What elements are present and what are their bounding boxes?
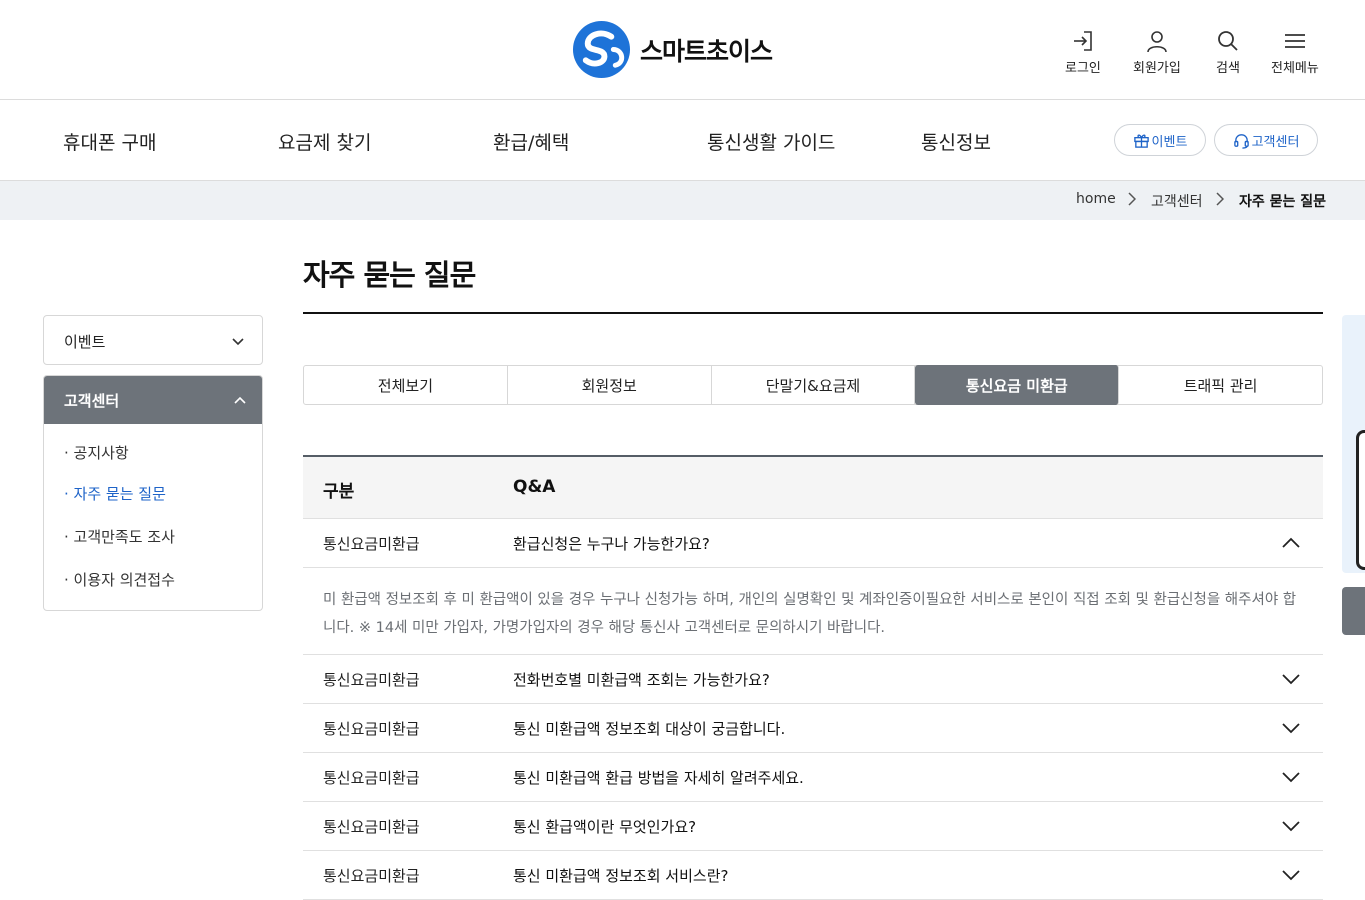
- chevron-down-icon: [1282, 821, 1300, 832]
- faq-item[interactable]: 통신요금미환급 전화번호별 미환급액 조회는 가능한가요?: [303, 655, 1323, 704]
- faq-question: 통신 미환급액 정보조회 서비스란?: [513, 867, 729, 885]
- chevron-down-icon: [1282, 772, 1300, 783]
- event-button-label: 이벤트: [1151, 134, 1188, 150]
- faq-question: 통신 미환급액 정보조회 대상이 궁금합니다.: [513, 720, 786, 738]
- login-icon: [1073, 31, 1092, 51]
- logo-icon: [572, 20, 631, 79]
- nav-life-guide[interactable]: 통신생활 가이드: [707, 128, 835, 155]
- all-menu-button[interactable]: 전체메뉴: [1271, 28, 1319, 76]
- login-button[interactable]: 로그인: [1065, 28, 1101, 76]
- sidebar-item-support[interactable]: 고객센터: [44, 376, 262, 424]
- sidebar-item-label: 고객센터: [64, 392, 120, 410]
- column-header-qa: Q&A: [513, 477, 556, 497]
- faq-category: 통신요금미환급: [323, 720, 420, 738]
- phone-illustration: [1356, 430, 1365, 570]
- search-button[interactable]: 검색: [1215, 28, 1241, 76]
- tab-traffic[interactable]: 트래픽 관리: [1119, 366, 1322, 404]
- tab-unrefunded-fee[interactable]: 통신요금 미환급: [915, 365, 1120, 405]
- customer-center-label: 고객센터: [1251, 134, 1300, 150]
- signup-button[interactable]: 회원가입: [1133, 28, 1181, 76]
- tab-member-info[interactable]: 회원정보: [508, 366, 712, 404]
- breadcrumb-home[interactable]: home: [1076, 191, 1116, 207]
- nav-phone-purchase[interactable]: 휴대폰 구매: [63, 128, 156, 155]
- headset-icon: [1233, 133, 1249, 149]
- sidebar-group-support: 고객센터 · 공지사항 · 자주 묻는 질문 · 고객만족도 조사 · 이용자 …: [43, 375, 263, 611]
- faq-answer: 미 환급액 정보조회 후 미 환급액이 있을 경우 누구나 신청가능 하며, 개…: [303, 568, 1323, 655]
- faq-category: 통신요금미환급: [323, 818, 420, 836]
- faq-item[interactable]: 통신요금미환급 통신 미환급액 정보조회 서비스란?: [303, 851, 1323, 900]
- brand-name: 스마트초이스: [640, 36, 773, 66]
- gift-icon: [1133, 134, 1149, 148]
- faq-table-header: 구분 Q&A: [303, 457, 1323, 519]
- title-divider: [303, 312, 1323, 314]
- chevron-down-icon: [232, 338, 244, 346]
- chevron-down-icon: [1282, 723, 1300, 734]
- faq-item[interactable]: 통신요금미환급 통신 미환급액 환급 방법을 자세히 알려주세요.: [303, 753, 1323, 802]
- tab-all[interactable]: 전체보기: [304, 366, 508, 404]
- faq-question: 통신 환급액이란 무엇인가요?: [513, 818, 697, 836]
- faq-category: 통신요금미환급: [323, 535, 420, 553]
- sidebar-sub-survey[interactable]: · 고객만족도 조사: [64, 526, 175, 547]
- faq-question: 통신 미환급액 환급 방법을 자세히 알려주세요.: [513, 769, 804, 787]
- chevron-right-icon: [1216, 192, 1224, 206]
- floating-banner[interactable]: [1342, 315, 1365, 573]
- sidebar-item-label: 이벤트: [64, 333, 106, 351]
- login-label: 로그인: [1065, 61, 1101, 76]
- nav-plan-finder[interactable]: 요금제 찾기: [278, 128, 371, 155]
- event-button[interactable]: 이벤트: [1114, 124, 1206, 156]
- column-header-category: 구분: [323, 482, 355, 502]
- user-icon: [1147, 31, 1167, 53]
- nav-telecom-info[interactable]: 통신정보: [921, 128, 991, 155]
- sidebar-sub-notice[interactable]: · 공지사항: [64, 442, 129, 463]
- menu-icon: [1284, 34, 1305, 48]
- breadcrumb-support[interactable]: 고객센터: [1151, 191, 1203, 211]
- breadcrumb-current: 자주 묻는 질문: [1239, 194, 1327, 210]
- chevron-down-icon: [1282, 870, 1300, 881]
- page-title: 자주 묻는 질문: [303, 258, 476, 292]
- chevron-right-icon: [1128, 192, 1136, 206]
- faq-question: 전화번호별 미환급액 조회는 가능한가요?: [513, 671, 770, 689]
- faq-item[interactable]: 통신요금미환급 통신 미환급액 정보조회 대상이 궁금합니다.: [303, 704, 1323, 753]
- faq-item[interactable]: 통신요금미환급 통신 환급액이란 무엇인가요?: [303, 802, 1323, 851]
- faq-question: 환급신청은 누구나 가능한가요?: [513, 535, 710, 553]
- faq-category: 통신요금미환급: [323, 769, 420, 787]
- faq-category: 통신요금미환급: [323, 867, 420, 885]
- signup-label: 회원가입: [1133, 61, 1181, 76]
- sidebar-item-event[interactable]: 이벤트: [43, 315, 263, 365]
- floating-button[interactable]: [1342, 587, 1365, 635]
- customer-center-button[interactable]: 고객센터: [1214, 124, 1318, 156]
- breadcrumb: home 고객센터 자주 묻는 질문: [0, 181, 1365, 220]
- chevron-up-icon: [234, 396, 246, 404]
- search-icon: [1218, 31, 1238, 51]
- faq-category-tabs: 전체보기 회원정보 단말기&요금제 통신요금 미환급 트래픽 관리: [303, 365, 1323, 405]
- all-menu-label: 전체메뉴: [1271, 61, 1319, 76]
- faq-category: 통신요금미환급: [323, 671, 420, 689]
- sidebar-sub-opinion[interactable]: · 이용자 의견접수: [64, 569, 175, 590]
- tab-device-plan[interactable]: 단말기&요금제: [712, 366, 916, 404]
- main-nav: 휴대폰 구매 요금제 찾기 환급/혜택 통신생활 가이드 통신정보 이벤트 고객…: [0, 100, 1365, 181]
- nav-refund-benefit[interactable]: 환급/혜택: [493, 128, 569, 155]
- faq-table: 구분 Q&A 통신요금미환급 환급신청은 누구나 가능한가요? 미 환급액 정보…: [303, 455, 1323, 900]
- faq-item-open[interactable]: 통신요금미환급 환급신청은 누구나 가능한가요?: [303, 519, 1323, 568]
- sidebar-sub-faq[interactable]: · 자주 묻는 질문: [64, 483, 166, 504]
- search-label: 검색: [1216, 61, 1240, 76]
- chevron-up-icon: [1282, 537, 1300, 548]
- chevron-down-icon: [1282, 674, 1300, 685]
- site-logo[interactable]: 스마트초이스: [572, 20, 773, 79]
- top-header: 스마트초이스 로그인 회원가입 검색 전체메뉴: [0, 0, 1365, 100]
